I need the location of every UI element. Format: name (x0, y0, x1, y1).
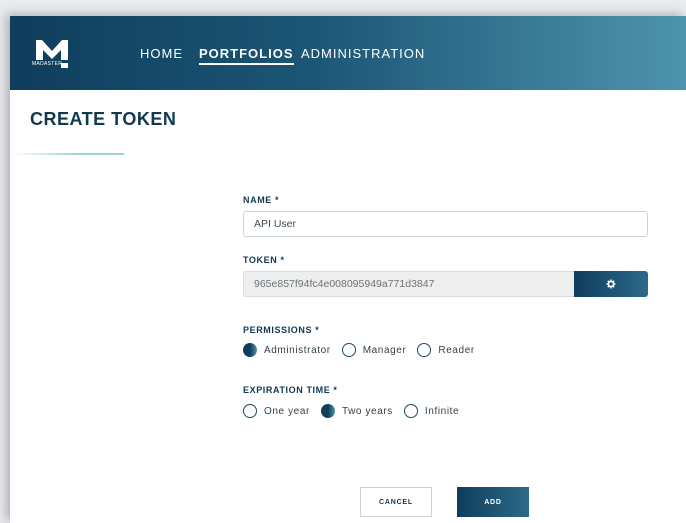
expiration-one-year-radio[interactable] (243, 404, 257, 418)
token-label: TOKEN * (243, 255, 285, 265)
gear-icon (606, 279, 616, 289)
title-underline (10, 153, 124, 155)
permission-administrator-label[interactable]: Administrator (264, 345, 331, 356)
name-label: NAME * (243, 195, 280, 205)
add-button[interactable]: ADD (457, 487, 529, 517)
expiration-infinite-label[interactable]: Infinite (425, 406, 459, 417)
logo-wordmark: MADASTER (32, 61, 63, 67)
nav-portfolios[interactable]: PORTFOLIOS (199, 46, 294, 65)
app-window: MADASTER HOME PORTFOLIOS ADMINISTRATION … (10, 16, 686, 523)
cancel-button[interactable]: CANCEL (360, 487, 432, 517)
permissions-radio-group: Administrator Manager Reader (243, 343, 486, 357)
madaster-logo-icon[interactable] (32, 34, 72, 74)
expiration-one-year-label[interactable]: One year (264, 406, 310, 417)
name-input[interactable]: API User (243, 211, 648, 237)
permission-manager-radio[interactable] (341, 343, 356, 357)
generate-token-button[interactable] (574, 271, 648, 297)
name-input-value: API User (254, 218, 297, 230)
expiration-infinite-radio[interactable] (403, 404, 418, 418)
page-title: CREATE TOKEN (30, 109, 177, 129)
nav-home[interactable]: HOME (140, 46, 183, 61)
token-input[interactable]: 965e857f94fc4e008095949a771d3847 (243, 271, 575, 297)
expiration-two-years-radio[interactable] (320, 404, 335, 418)
permission-reader-label[interactable]: Reader (438, 345, 474, 356)
expiration-two-years-label[interactable]: Two years (342, 406, 393, 417)
permissions-label: PERMISSIONS * (243, 325, 320, 335)
permission-reader-radio[interactable] (417, 343, 432, 357)
permission-manager-label[interactable]: Manager (363, 345, 407, 356)
expiration-label: EXPIRATION TIME * (243, 385, 338, 395)
nav-administration[interactable]: ADMINISTRATION (301, 46, 425, 61)
permission-administrator-radio[interactable] (243, 343, 257, 357)
expiration-radio-group: One year Two years Infinite (243, 404, 470, 418)
token-input-value: 965e857f94fc4e008095949a771d3847 (254, 278, 435, 290)
top-navigation-bar: MADASTER HOME PORTFOLIOS ADMINISTRATION (10, 16, 686, 90)
